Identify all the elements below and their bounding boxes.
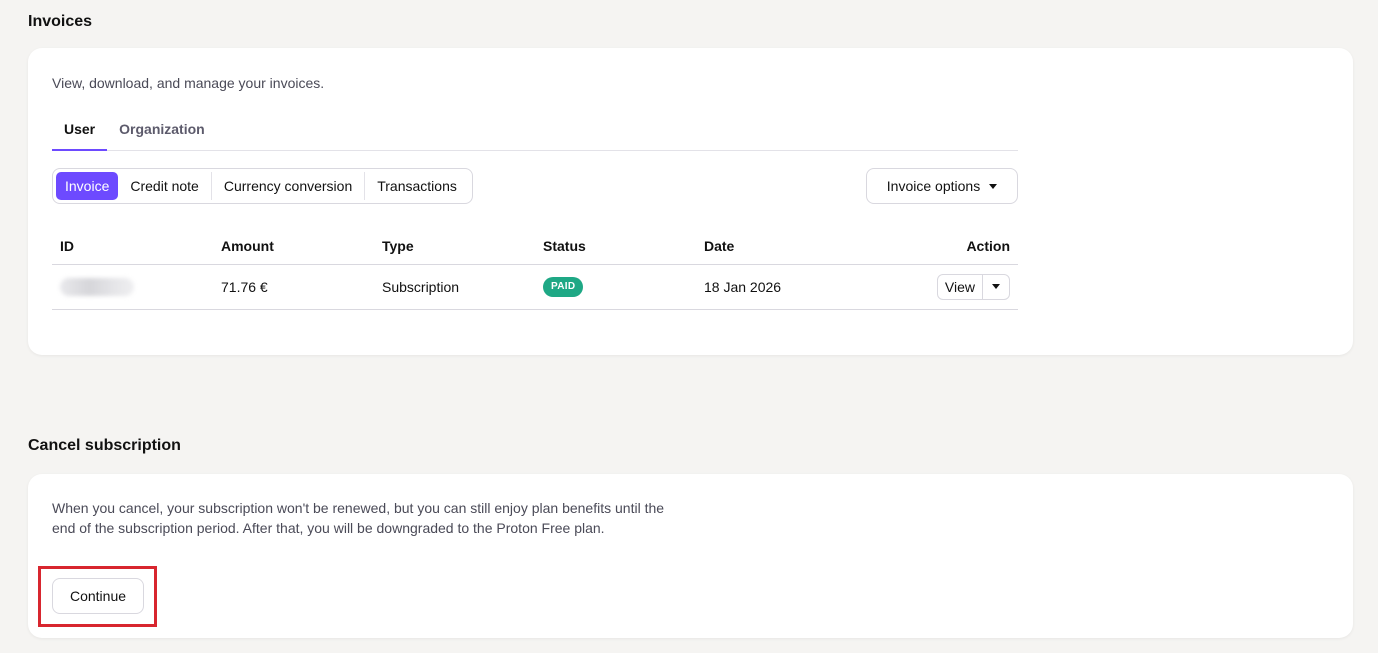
view-options-dropdown[interactable]	[983, 275, 1009, 299]
invoice-options-label: Invoice options	[886, 178, 981, 194]
invoice-status-cell: PAID	[535, 264, 696, 310]
view-split-button: View	[936, 273, 1010, 300]
invoice-amount-cell: 71.76 €	[213, 264, 374, 310]
segment-invoice[interactable]: Invoice	[56, 172, 119, 200]
redacted-invoice-id	[60, 277, 134, 296]
segment-transactions[interactable]: Transactions	[365, 172, 469, 200]
invoice-id-cell	[52, 264, 213, 310]
invoice-options-button[interactable]: Invoice options	[866, 168, 1018, 204]
chevron-down-icon	[989, 183, 998, 189]
invoice-tabs: User Organization	[52, 114, 1018, 151]
cancel-subscription-title: Cancel subscription	[28, 437, 181, 454]
table-row: 71.76 € Subscription PAID 18 Jan 2026 Vi…	[52, 264, 1018, 310]
invoices-title: Invoices	[28, 13, 93, 30]
chevron-down-icon	[992, 284, 1000, 289]
column-header-amount: Amount	[213, 228, 374, 265]
invoices-description: View, download, and manage your invoices…	[52, 75, 325, 91]
segment-currency-conversion[interactable]: Currency conversion	[212, 172, 366, 200]
cancel-description: When you cancel, your subscription won't…	[52, 500, 665, 536]
invoice-date-cell: 18 Jan 2026	[696, 264, 857, 310]
segment-credit-note[interactable]: Credit note	[118, 172, 212, 200]
column-header-date: Date	[696, 228, 857, 265]
tab-user[interactable]: User	[52, 114, 108, 151]
column-header-status: Status	[535, 228, 696, 265]
invoice-type-cell: Subscription	[374, 264, 535, 310]
cancel-subscription-card: When you cancel, your subscription won't…	[28, 474, 1353, 638]
column-header-type: Type	[374, 228, 535, 265]
status-badge: PAID	[543, 277, 584, 297]
invoices-table: ID Amount Type Status Date Action 71.76 …	[52, 228, 1018, 310]
invoice-action-cell: View	[857, 264, 1018, 310]
invoices-card: View, download, and manage your invoices…	[28, 48, 1353, 355]
table-header-row: ID Amount Type Status Date Action	[52, 228, 1018, 265]
column-header-id: ID	[52, 228, 213, 265]
view-button[interactable]: View	[938, 274, 983, 299]
column-header-action: Action	[857, 228, 1018, 265]
document-type-segmented-control: Invoice Credit note Currency conversion …	[52, 168, 473, 204]
tab-organization[interactable]: Organization	[107, 114, 217, 151]
continue-highlight-box	[38, 566, 157, 627]
